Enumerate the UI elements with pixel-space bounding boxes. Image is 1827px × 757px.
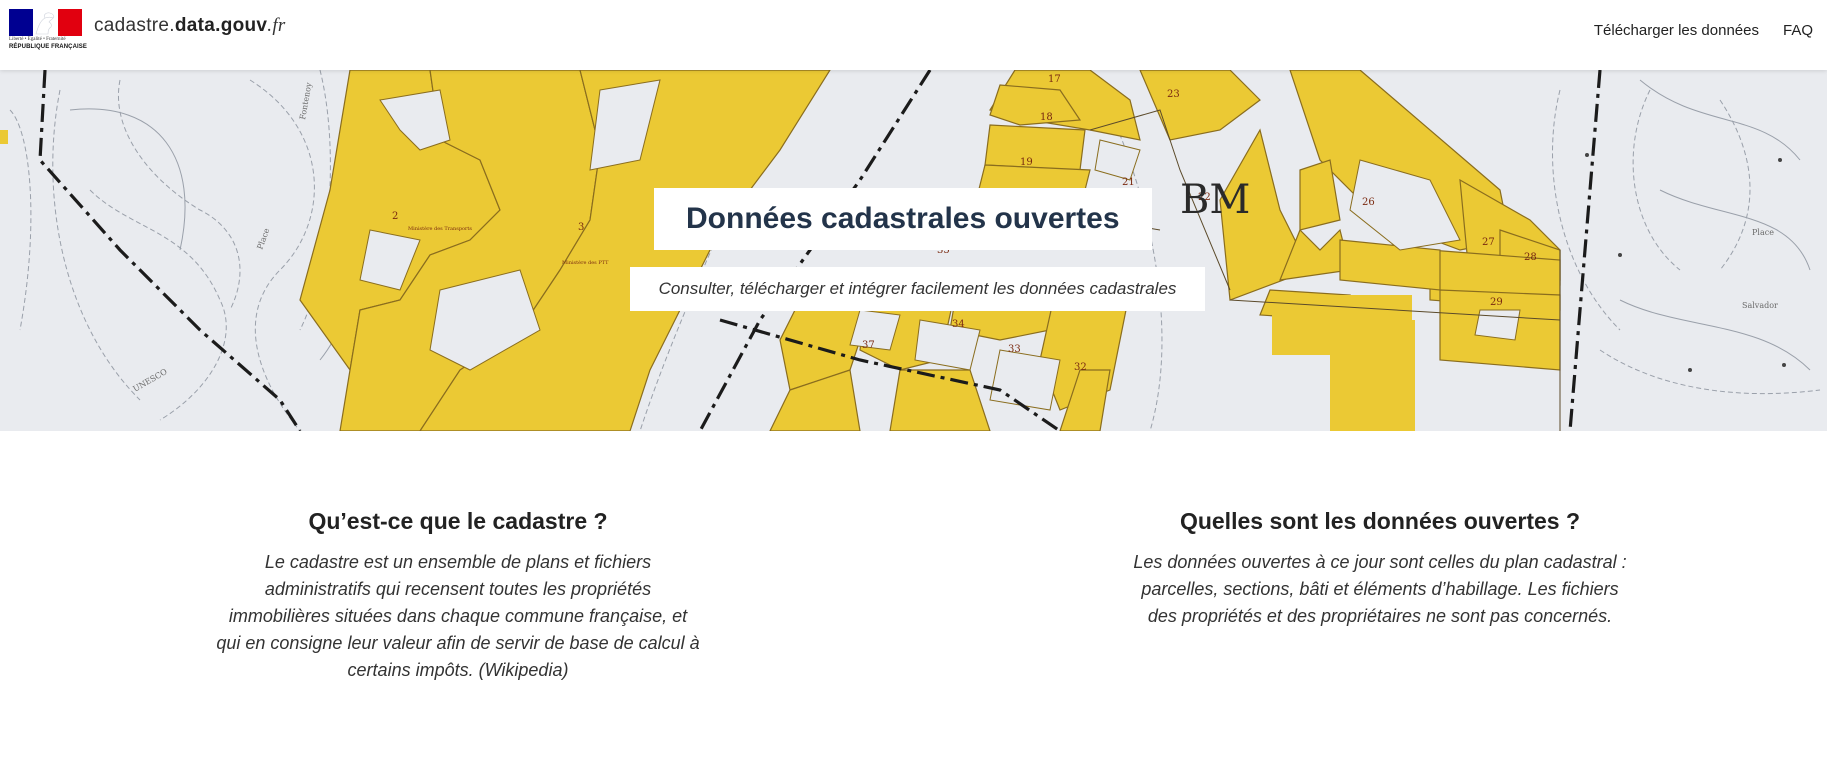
republique-francaise-logo[interactable]: Liberté • Égalité • Fraternité RÉPUBLIQU… — [9, 9, 87, 50]
building-label-ptt: Ministère des PTT — [562, 259, 609, 266]
brand-suffix: .fr — [267, 15, 286, 36]
section-open-data: Quelles sont les données ouvertes ? Les … — [1110, 508, 1650, 630]
hero-banner: 17 18 19 21 22 23 26 27 28 29 2 3 35 34 … — [0, 70, 1827, 431]
text-line: parcelles, sections, bâti et éléments d’… — [1141, 579, 1619, 599]
parcel-number-34: 34 — [952, 319, 965, 330]
cadastre-map-background: 17 18 19 21 22 23 26 27 28 29 2 3 35 34 … — [0, 70, 1827, 431]
text-line: des propriétés et des propriétaires ne s… — [1147, 606, 1613, 626]
section-text: Le cadastre est un ensemble de plans et … — [200, 549, 716, 684]
parcel-number-29: 29 — [1490, 297, 1503, 308]
text-line: Le cadastre est un ensemble de plans et … — [264, 552, 652, 572]
brand-prefix: cadastre. — [94, 15, 175, 36]
hero-title: Données cadastrales ouvertes — [654, 188, 1152, 250]
building-label-transports: Ministère des Transports — [408, 225, 472, 232]
parcel-number-26: 26 — [1362, 197, 1375, 208]
parcel-number-21: 21 — [1122, 177, 1135, 188]
parcel-number-33: 33 — [1008, 344, 1021, 355]
parcel-number-27: 27 — [1482, 237, 1495, 248]
nav-download-data-link[interactable]: Télécharger les données — [1594, 22, 1759, 39]
parcel-number-17: 17 — [1048, 74, 1061, 85]
logo-republic-name: RÉPUBLIQUE FRANÇAISE — [9, 44, 88, 50]
parcel-number-32: 32 — [1074, 362, 1087, 373]
text-line: certains impôts. (Wikipedia) — [347, 660, 569, 680]
street-label-place-right: Place — [1752, 228, 1774, 237]
text-line: qui en consigne leur valeur afin de serv… — [216, 633, 700, 653]
parcel-number-37: 37 — [862, 340, 875, 351]
map-watermark: BM — [1180, 177, 1250, 223]
parcel-number-28: 28 — [1524, 252, 1537, 263]
text-line: Les données ouvertes à ce jour sont cell… — [1133, 552, 1627, 572]
nav-faq-link[interactable]: FAQ — [1783, 22, 1813, 39]
street-label-salvador: Salvador — [1742, 301, 1778, 310]
logo-motto: Liberté • Égalité • Fraternité — [9, 37, 66, 42]
parcel-number-2: 2 — [392, 211, 398, 222]
marianne-profile-icon — [35, 12, 55, 35]
section-text: Les données ouvertes à ce jour sont cell… — [1110, 549, 1650, 630]
hero-subtitle: Consulter, télécharger et intégrer facil… — [630, 267, 1205, 311]
brand-bold: data.gouv — [174, 15, 268, 36]
parcel-number-3: 3 — [578, 222, 584, 233]
parcel-number-19: 19 — [1020, 157, 1033, 168]
section-heading: Qu’est-ce que le cadastre ? — [308, 508, 608, 534]
main-nav: Télécharger les données FAQ — [1594, 22, 1813, 39]
section-what-is-cadastre: Qu’est-ce que le cadastre ? Le cadastre … — [200, 508, 716, 684]
top-bar: Liberté • Égalité • Fraternité RÉPUBLIQU… — [0, 0, 1827, 70]
text-line: administratifs qui recensent toutes les … — [264, 579, 652, 599]
parcel-number-18: 18 — [1040, 112, 1053, 123]
parcel-number-23: 23 — [1167, 89, 1180, 100]
text-line: immobilières situées dans chaque commune… — [228, 606, 688, 626]
section-heading: Quelles sont les données ouvertes ? — [1179, 508, 1581, 534]
site-brand[interactable]: cadastre.data.gouv.fr — [94, 15, 286, 37]
